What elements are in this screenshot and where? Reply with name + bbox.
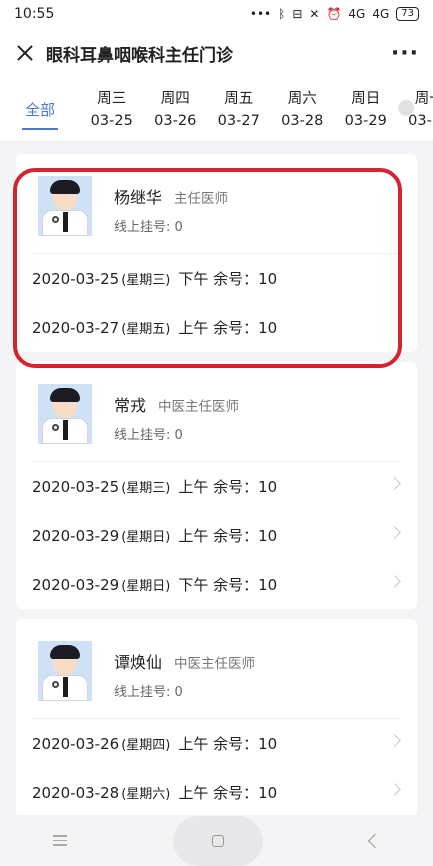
slot-date: 2020-03-26 bbox=[32, 734, 120, 753]
slot-weekday: (星期三) bbox=[121, 481, 171, 496]
status-icons: ••• ᛒ ⊟ ✕ ⏰ 4G 4G 73 bbox=[250, 7, 419, 21]
tab-weekday: 周日 bbox=[351, 90, 381, 107]
system-nav-bar bbox=[0, 815, 433, 866]
tab-date: 03-29 bbox=[344, 112, 387, 129]
chevron-right-icon bbox=[388, 734, 401, 747]
doctor-avatar bbox=[32, 384, 100, 448]
slot-date: 2020-03-29 bbox=[32, 526, 120, 545]
slot-remaining: 余号：10 bbox=[213, 527, 278, 545]
slot-remaining: 余号：10 bbox=[213, 319, 278, 337]
slot-remaining: 余号：10 bbox=[213, 478, 278, 496]
tab-date: 03-26 bbox=[154, 112, 197, 129]
schedule-slot[interactable]: 2020-03-29 (星期日) 上午 余号：10 bbox=[32, 511, 401, 560]
doctor-name: 常戎 bbox=[114, 396, 147, 415]
online-registration-count: 线上挂号: 0 bbox=[114, 685, 183, 700]
doctor-name: 杨继华 bbox=[114, 188, 163, 207]
chevron-right-icon bbox=[388, 575, 401, 588]
page-title: 眼科耳鼻咽喉科主任门诊 bbox=[46, 45, 233, 66]
battery-icon: 73 bbox=[396, 7, 419, 21]
slot-period: 上午 bbox=[178, 319, 209, 337]
slot-remaining: 余号：10 bbox=[213, 270, 278, 288]
doctor-header[interactable]: 谭焕仙 中医主任医师 线上挂号: 0 bbox=[32, 619, 401, 719]
doctor-name: 谭焕仙 bbox=[114, 653, 163, 672]
slot-date: 2020-03-29 bbox=[32, 575, 120, 594]
mute-icon: ✕ bbox=[309, 7, 320, 21]
alarm-icon: ⏰ bbox=[326, 7, 342, 21]
slot-period: 下午 bbox=[178, 270, 209, 288]
slot-period: 上午 bbox=[178, 527, 209, 545]
online-registration-count: 线上挂号: 0 bbox=[114, 428, 183, 443]
doctor-title: 主任医师 bbox=[174, 191, 229, 207]
back-icon[interactable] bbox=[367, 833, 382, 848]
doctor-title: 中医主任医师 bbox=[158, 399, 240, 415]
slot-date: 2020-03-25 bbox=[32, 269, 120, 288]
tab-weekday: 周三 bbox=[97, 90, 127, 107]
more-dots-icon: ••• bbox=[249, 7, 272, 21]
tab-all[interactable]: 全部 bbox=[0, 78, 80, 141]
schedule-slot[interactable]: 2020-03-28 (星期六) 上午 余号：10 bbox=[32, 768, 401, 817]
slot-period: 上午 bbox=[178, 478, 209, 496]
slot-period: 下午 bbox=[178, 576, 209, 594]
slot-period: 上午 bbox=[178, 784, 209, 802]
tab-scroll-indicator bbox=[398, 100, 414, 116]
tab-weekday: 周六 bbox=[287, 90, 317, 107]
slot-period: 上午 bbox=[178, 735, 209, 753]
tab-day[interactable]: 周六 03-28 bbox=[271, 88, 335, 132]
slot-weekday: (星期日) bbox=[121, 579, 171, 594]
doctor-avatar bbox=[32, 176, 100, 240]
date-tabs: 全部 周三 03-25 周四 03-26 周五 03-27 周六 03-28 周日 03-… bbox=[0, 78, 433, 142]
signal-2-icon: 4G bbox=[372, 7, 390, 21]
home-icon bbox=[212, 834, 225, 847]
slot-weekday: (星期日) bbox=[121, 530, 171, 545]
doctor-list: 杨继华 主任医师 线上挂号: 0 2020-03-25 (星期三) 下午 余号：… bbox=[16, 154, 417, 827]
more-options-icon[interactable]: ··· bbox=[391, 41, 419, 66]
slot-remaining: 余号：10 bbox=[213, 735, 278, 753]
chevron-right-icon bbox=[388, 783, 401, 796]
slot-date: 2020-03-25 bbox=[32, 477, 120, 496]
slot-weekday: (星期五) bbox=[121, 322, 171, 337]
status-time: 10:55 bbox=[14, 6, 55, 22]
bluetooth-icon: ᛒ bbox=[278, 7, 286, 21]
status-bar: 10:55 ••• ᛒ ⊟ ✕ ⏰ 4G 4G 73 bbox=[0, 0, 433, 28]
tab-date: 03-27 bbox=[217, 112, 260, 129]
schedule-slot[interactable]: 2020-03-26 (星期四) 上午 余号：10 bbox=[32, 719, 401, 768]
slot-remaining: 余号：10 bbox=[213, 784, 278, 802]
schedule-slot[interactable]: 2020-03-25 (星期三) 下午 余号：10 bbox=[32, 254, 401, 303]
slot-date: 2020-03-28 bbox=[32, 783, 120, 802]
schedule-slot[interactable]: 2020-03-27 (星期五) 上午 余号：10 bbox=[32, 303, 401, 352]
chevron-right-icon bbox=[388, 526, 401, 539]
online-registration-count: 线上挂号: 0 bbox=[114, 220, 183, 235]
tab-day[interactable]: 周五 03-27 bbox=[207, 88, 271, 132]
tab-date: 03-25 bbox=[90, 112, 133, 129]
slot-remaining: 余号：10 bbox=[213, 576, 278, 594]
tab-weekday: 周五 bbox=[224, 90, 254, 107]
doctor-title: 中医主任医师 bbox=[174, 656, 256, 672]
slot-date: 2020-03-27 bbox=[32, 318, 120, 337]
title-bar: 眼科耳鼻咽喉科主任门诊 ··· bbox=[0, 28, 433, 78]
doctor-card: 杨继华 主任医师 线上挂号: 0 2020-03-25 (星期三) 下午 余号：… bbox=[16, 154, 417, 352]
tab-day[interactable]: 周四 03-26 bbox=[144, 88, 208, 132]
tab-day[interactable]: 周三 03-25 bbox=[80, 88, 144, 132]
home-button[interactable] bbox=[173, 815, 264, 866]
doctor-avatar bbox=[32, 641, 100, 705]
menu-icon[interactable] bbox=[53, 835, 68, 846]
signal-1-icon: 4G bbox=[348, 7, 366, 21]
doctor-header[interactable]: 杨继华 主任医师 线上挂号: 0 bbox=[32, 154, 401, 254]
schedule-slot[interactable]: 2020-03-25 (星期三) 上午 余号：10 bbox=[32, 462, 401, 511]
slot-weekday: (星期四) bbox=[121, 738, 171, 753]
doctor-card: 谭焕仙 中医主任医师 线上挂号: 0 2020-03-26 (星期四) 上午 余… bbox=[16, 619, 417, 817]
slot-weekday: (星期三) bbox=[121, 273, 171, 288]
tab-date: 03-28 bbox=[281, 112, 324, 129]
chevron-right-icon bbox=[388, 477, 401, 490]
doctor-card: 常戎 中医主任医师 线上挂号: 0 2020-03-25 (星期三) 上午 余号… bbox=[16, 362, 417, 609]
tab-weekday: 周四 bbox=[160, 90, 190, 107]
slot-weekday: (星期六) bbox=[121, 787, 171, 802]
doctor-header[interactable]: 常戎 中医主任医师 线上挂号: 0 bbox=[32, 362, 401, 462]
vibrate-icon: ⊟ bbox=[292, 7, 303, 21]
tab-day[interactable]: 周日 03-29 bbox=[334, 88, 398, 132]
schedule-slot[interactable]: 2020-03-29 (星期日) 下午 余号：10 bbox=[32, 560, 401, 609]
close-icon[interactable] bbox=[14, 42, 36, 64]
